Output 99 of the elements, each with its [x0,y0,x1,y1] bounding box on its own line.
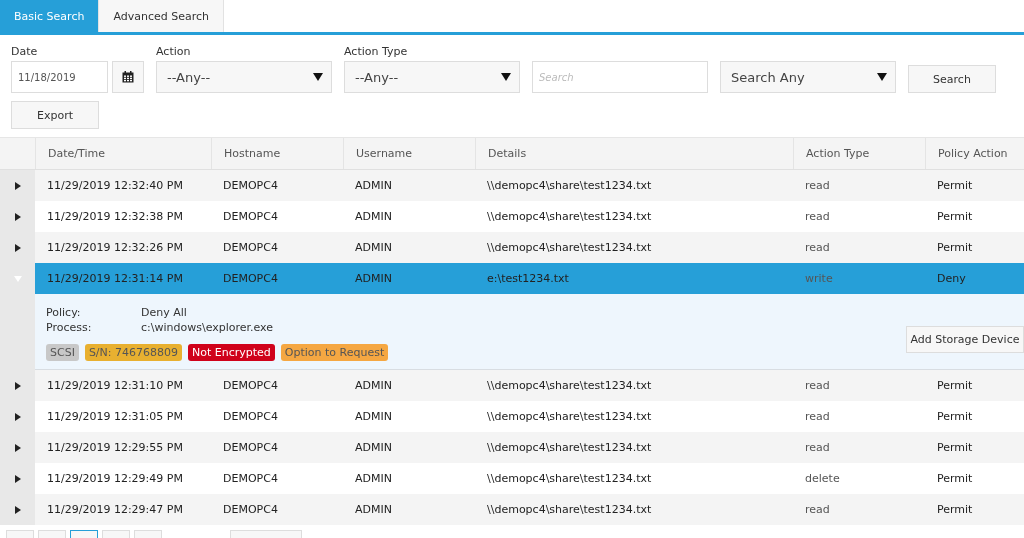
table-cell-text: DEMOPC4 [222,502,279,518]
tag: S/N: 746768809 [84,344,182,361]
table-cell-text: ADMIN [354,209,393,225]
table-cell-text: Permit [936,240,974,256]
table-cell-text: \\demopc4\share\test1234.txt [486,240,653,256]
tag: Not Encrypted [188,344,275,361]
calendar-button[interactable] [112,61,144,93]
table-cell-text: 11/29/2019 12:32:40 PM [46,178,184,194]
table-cell-text: DEMOPC4 [222,209,279,225]
table-cell-text: Permit [936,471,974,487]
table-cell-text: \\demopc4\share\test1234.txt [486,471,653,487]
action-type-dropdown[interactable]: --Any-- [344,61,520,93]
tag: SCSI [46,344,79,361]
table-cell-text: Deny [936,271,967,287]
table-cell-text: read [804,209,831,225]
table-cell-text: 11/29/2019 12:32:26 PM [46,240,184,256]
table-cell-text: DEMOPC4 [222,471,279,487]
table-cell-text: 11/29/2019 12:29:55 PM [46,440,184,456]
caret-icon [501,73,511,81]
table-cell-text: read [804,440,831,456]
expand-icon[interactable] [14,381,21,390]
table-cell-text: Permit [936,378,974,394]
table-cell-text: DEMOPC4 [222,240,279,256]
expand-icon[interactable] [14,243,21,252]
table-cell-text: \\demopc4\share\test1234.txt [486,409,653,425]
table-cell-text: read [804,178,831,194]
table-cell-text: ADMIN [354,471,393,487]
table-cell-text: 11/29/2019 12:29:49 PM [46,471,184,487]
table-cell-text: \\demopc4\share\test1234.txt [486,502,653,518]
table-cell-text: DEMOPC4 [222,409,279,425]
table-cell-text: read [804,240,831,256]
date-field[interactable]: 11/18/2019 [11,61,108,93]
table-cell-text: \\demopc4\share\test1234.txt [486,209,653,225]
detail-value: c:\windows\explorer.exe [141,321,275,334]
table-cell-text: 11/29/2019 12:31:10 PM [46,378,184,394]
detail-label: Process: [46,321,93,334]
table-cell-text: 11/29/2019 12:31:14 PM [46,271,184,287]
export-button[interactable]: Export [11,101,99,129]
table-cell-text: Permit [936,440,974,456]
tab[interactable]: Advanced Search [99,0,225,32]
detail-value: Deny All [141,306,188,319]
table-cell-text: read [804,502,831,518]
caret-icon [313,73,323,81]
expand-icon[interactable] [14,412,21,421]
table-cell-text: 11/29/2019 12:31:05 PM [46,409,184,425]
table-row[interactable]: 11/29/2019 12:29:47 PM DEMOPC4 ADMIN \\demopc4\share\test1234.txt read Permit [0,494,1024,525]
table-cell-text: 11/29/2019 12:32:38 PM [46,209,184,225]
tag: Option to Request [280,344,389,361]
table-cell-text: write [804,271,834,287]
table-row[interactable]: 11/29/2019 12:29:55 PM DEMOPC4 ADMIN \\demopc4\share\test1234.txt read Permit [0,432,1024,463]
table-cell-text: ADMIN [354,378,393,394]
table-cell-text: 11/29/2019 12:29:47 PM [46,502,184,518]
table-cell-text: ADMIN [354,409,393,425]
table-cell-text: \\demopc4\share\test1234.txt [486,440,653,456]
expand-icon[interactable] [14,181,21,190]
detail-label: Policy: [46,306,82,319]
table-cell-text: Permit [936,502,974,518]
table-cell-text: ADMIN [354,440,393,456]
search-field[interactable]: Search [532,61,708,93]
column-header[interactable]: Username [343,138,475,169]
table-cell-text: Permit [936,409,974,425]
table-cell-text: e:\test1234.txt [486,271,570,287]
caret-icon [877,73,887,81]
table-row[interactable]: 11/29/2019 12:32:40 PM DEMOPC4 ADMIN \\demopc4\share\test1234.txt read Permit [0,170,1024,201]
action-dropdown[interactable]: --Any-- [156,61,332,93]
table-cell-text: DEMOPC4 [222,378,279,394]
expand-icon[interactable] [14,212,21,221]
table-cell-text: \\demopc4\share\test1234.txt [486,378,653,394]
calendar-icon [122,71,134,83]
field-label: Date [11,45,39,58]
column-header[interactable]: Hostname [211,138,343,169]
table-cell-text: read [804,409,831,425]
table-cell-text: ADMIN [354,240,393,256]
table-cell-text: read [804,378,831,394]
table-row[interactable]: 11/29/2019 12:31:14 PM DEMOPC4 ADMIN e:\test1234.txt write Deny [0,263,1024,294]
table-cell-text: ADMIN [354,502,393,518]
table-row[interactable]: 11/29/2019 12:31:10 PM DEMOPC4 ADMIN \\demopc4\share\test1234.txt read Permit [0,370,1024,401]
field-label: Action Type [344,45,409,58]
expand-icon[interactable] [14,505,21,514]
table-cell-text: delete [804,471,841,487]
column-header[interactable]: Policy Action [925,138,1024,169]
search-button[interactable]: Search [908,65,996,93]
table-cell-text: Permit [936,178,974,194]
column-header[interactable]: Date/Time [35,138,211,169]
table-cell-text: ADMIN [354,178,393,194]
search-mode-dropdown[interactable]: Search Any [720,61,896,93]
column-header[interactable]: Details [475,138,793,169]
table-cell-text: DEMOPC4 [222,440,279,456]
expand-icon[interactable] [14,474,21,483]
table-row[interactable]: 11/29/2019 12:32:26 PM DEMOPC4 ADMIN \\demopc4\share\test1234.txt read Permit [0,232,1024,263]
add-storage-device-button[interactable]: Add Storage Device [906,326,1024,353]
table-cell-text: Permit [936,209,974,225]
field-label: Action [156,45,192,58]
table-cell-text: \\demopc4\share\test1234.txt [486,178,653,194]
table-cell-text: DEMOPC4 [222,271,279,287]
table-cell-text: ADMIN [354,271,393,287]
expand-icon[interactable] [14,443,21,452]
column-header[interactable]: Action Type [793,138,925,169]
table-cell-text: DEMOPC4 [222,178,279,194]
